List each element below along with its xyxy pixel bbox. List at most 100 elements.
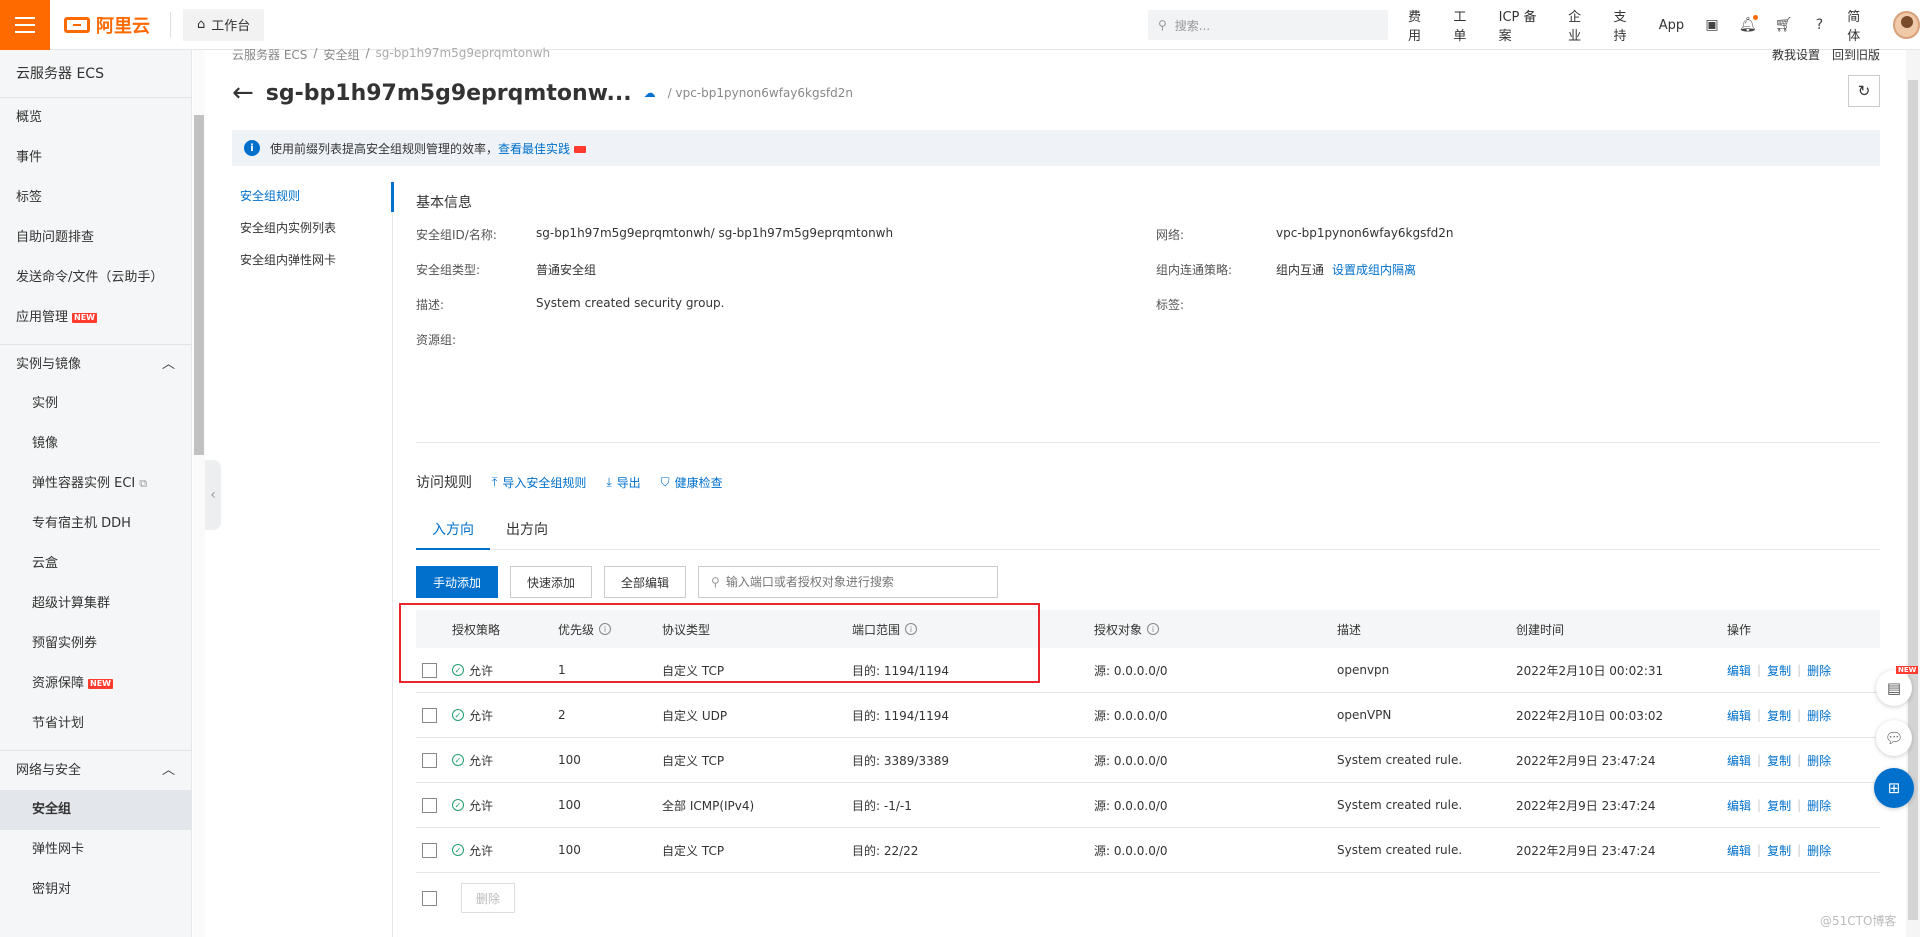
nav-item-events[interactable]: 事件: [0, 138, 191, 178]
subnav-enis[interactable]: 安全组内弹性网卡: [232, 244, 392, 276]
refresh-button[interactable]: ↻: [1848, 75, 1880, 107]
info-icon[interactable]: i: [905, 623, 918, 635]
col-policy: 授权策略: [452, 622, 501, 637]
delete-link[interactable]: 删除: [1807, 662, 1831, 679]
info-row-desc: 描述: System created security group.: [416, 296, 725, 312]
back-arrow-icon[interactable]: ←: [232, 80, 254, 106]
copy-link[interactable]: 复制: [1767, 707, 1791, 724]
info-row-policy: 组内连通策略: 组内互通 设置成组内隔离: [1156, 261, 1417, 278]
import-rules-link[interactable]: ⤒ 导入安全组规则: [492, 474, 586, 491]
copy-link[interactable]: 复制: [1767, 752, 1791, 769]
info-row-type: 安全组类型: 普通安全组: [416, 263, 597, 277]
nav-item-scc[interactable]: 超级计算集群: [0, 584, 191, 624]
global-search-input[interactable]: ⚲ 搜索...: [1148, 10, 1388, 40]
quick-add-button[interactable]: 快速添加: [510, 566, 593, 598]
nav-item-reserved[interactable]: 预留实例券: [0, 624, 191, 664]
nav-scrollbar-thumb[interactable]: [194, 115, 204, 455]
export-link[interactable]: ⤓ 导出: [606, 474, 640, 491]
nav-item-eci[interactable]: 弹性容器实例 ECI ⧉: [0, 464, 191, 504]
home-icon: ⌂: [197, 17, 206, 32]
chat-float-icon[interactable]: 💬︎: [1876, 720, 1912, 756]
menu-icon[interactable]: [0, 0, 50, 50]
edit-link[interactable]: 编辑: [1727, 752, 1751, 769]
tab-inbound[interactable]: 入方向: [416, 510, 490, 550]
edit-link[interactable]: 编辑: [1727, 707, 1751, 724]
terminal-icon[interactable]: ▣: [1704, 17, 1720, 33]
hot-badge-icon: [574, 145, 587, 153]
copy-link[interactable]: 复制: [1767, 797, 1791, 814]
delete-link[interactable]: 删除: [1807, 842, 1831, 859]
delete-link[interactable]: 删除: [1807, 707, 1831, 724]
delete-link[interactable]: 删除: [1807, 752, 1831, 769]
link-tickets[interactable]: 工单: [1453, 6, 1478, 44]
info-row-id: 安全组ID/名称: sg-bp1h97m5g9eprqmtonwh/ sg-bp…: [416, 226, 894, 242]
link-fees[interactable]: 费用: [1408, 6, 1433, 44]
nav-item-app-management[interactable]: 应用管理 NEW: [0, 298, 191, 338]
nav-item-savings-plan[interactable]: 节省计划: [0, 704, 191, 744]
edit-link[interactable]: 编辑: [1727, 842, 1751, 859]
nav-item-security-group[interactable]: 安全组: [0, 790, 191, 830]
row-checkbox[interactable]: [422, 797, 437, 813]
row-checkbox[interactable]: [422, 752, 437, 768]
docs-float-icon[interactable]: ▤: [1876, 670, 1912, 706]
breadcrumb-security-group[interactable]: 安全组: [323, 46, 359, 63]
info-icon[interactable]: i: [1147, 623, 1160, 635]
help-icon[interactable]: ?: [1812, 17, 1828, 33]
cart-icon[interactable]: 🛒︎: [1775, 17, 1793, 33]
best-practice-link[interactable]: 查看最佳实践: [498, 142, 570, 156]
info-icon[interactable]: i: [599, 623, 612, 635]
nav-item-ddh[interactable]: 专有宿主机 DDH: [0, 504, 191, 544]
nav-item-instance[interactable]: 实例: [0, 384, 191, 424]
nav-item-cloudbox[interactable]: 云盒: [0, 544, 191, 584]
subnav-rules[interactable]: 安全组规则: [232, 180, 392, 212]
tab-outbound[interactable]: 出方向: [490, 510, 564, 550]
row-checkbox[interactable]: [422, 707, 437, 723]
nav-item-eni[interactable]: 弹性网卡: [0, 830, 191, 870]
nav-item-keypair[interactable]: 密钥对: [0, 870, 191, 910]
rules-search-input[interactable]: [725, 575, 986, 589]
link-icp[interactable]: ICP 备案: [1499, 6, 1549, 44]
edit-all-button[interactable]: 全部编辑: [604, 566, 687, 598]
apps-float-icon[interactable]: ⊞: [1874, 768, 1914, 808]
info-row-network: 网络: vpc-bp1pynon6wfay6kgsfd2n: [1156, 226, 1454, 242]
delete-link[interactable]: 删除: [1807, 797, 1831, 814]
set-isolation-link[interactable]: 设置成组内隔离: [1332, 261, 1416, 278]
breadcrumb: 云服务器 ECS / 安全组 / sg-bp1h97m5g9eprqmtonwh: [232, 46, 551, 63]
link-app[interactable]: App: [1659, 18, 1684, 33]
aliyun-logo[interactable]: 阿里云: [64, 12, 150, 38]
nav-item-image[interactable]: 镜像: [0, 424, 191, 464]
avatar[interactable]: [1892, 11, 1920, 39]
link-support[interactable]: 支持: [1613, 6, 1638, 44]
breadcrumb-ecs[interactable]: 云服务器 ECS: [232, 46, 307, 63]
old-version-link[interactable]: 回到旧版: [1832, 46, 1880, 63]
link-enterprise[interactable]: 企业: [1568, 6, 1593, 44]
workbench-button[interactable]: ⌂ 工作台: [183, 8, 265, 41]
nav-item-resource-guarantee[interactable]: 资源保障 NEW: [0, 664, 191, 704]
language-switch[interactable]: 简体: [1847, 6, 1872, 44]
copy-link[interactable]: 复制: [1767, 662, 1791, 679]
batch-delete-button[interactable]: 删除: [461, 883, 516, 913]
select-all-checkbox[interactable]: [422, 890, 437, 906]
table-header: 授权策略 优先级 i 协议类型 端口范围 i 授权对象 i 描述 创建时间 操作: [416, 610, 1880, 648]
nav-item-tags[interactable]: 标签: [0, 178, 191, 218]
edit-link[interactable]: 编辑: [1727, 662, 1751, 679]
subnav-active-indicator: [391, 182, 394, 212]
nav-group-network[interactable]: 网络与安全 ︿: [0, 750, 191, 790]
bell-icon[interactable]: 🔔︎: [1739, 15, 1758, 33]
copy-link[interactable]: 复制: [1767, 842, 1791, 859]
guide-link[interactable]: 教我设置: [1772, 46, 1820, 63]
manual-add-button[interactable]: 手动添加: [416, 566, 499, 598]
nav-item-overview[interactable]: 概览: [0, 98, 191, 138]
rules-search-field[interactable]: ⚲: [698, 566, 999, 598]
edit-link[interactable]: 编辑: [1727, 797, 1751, 814]
row-checkbox[interactable]: [422, 662, 437, 678]
row-checkbox[interactable]: [422, 842, 437, 858]
watermark: @51CTO博客: [1820, 914, 1897, 928]
nav-group-instances[interactable]: 实例与镜像 ︿: [0, 344, 191, 384]
col-desc: 描述: [1337, 622, 1362, 637]
health-check-link[interactable]: ⛉ 健康检查: [661, 474, 723, 491]
collapse-nav-icon[interactable]: ‹: [205, 460, 221, 530]
nav-item-troubleshoot[interactable]: 自助问题排查: [0, 218, 191, 258]
nav-item-send-command[interactable]: 发送命令/文件（云助手）: [0, 258, 191, 298]
subnav-instances[interactable]: 安全组内实例列表: [232, 212, 392, 244]
